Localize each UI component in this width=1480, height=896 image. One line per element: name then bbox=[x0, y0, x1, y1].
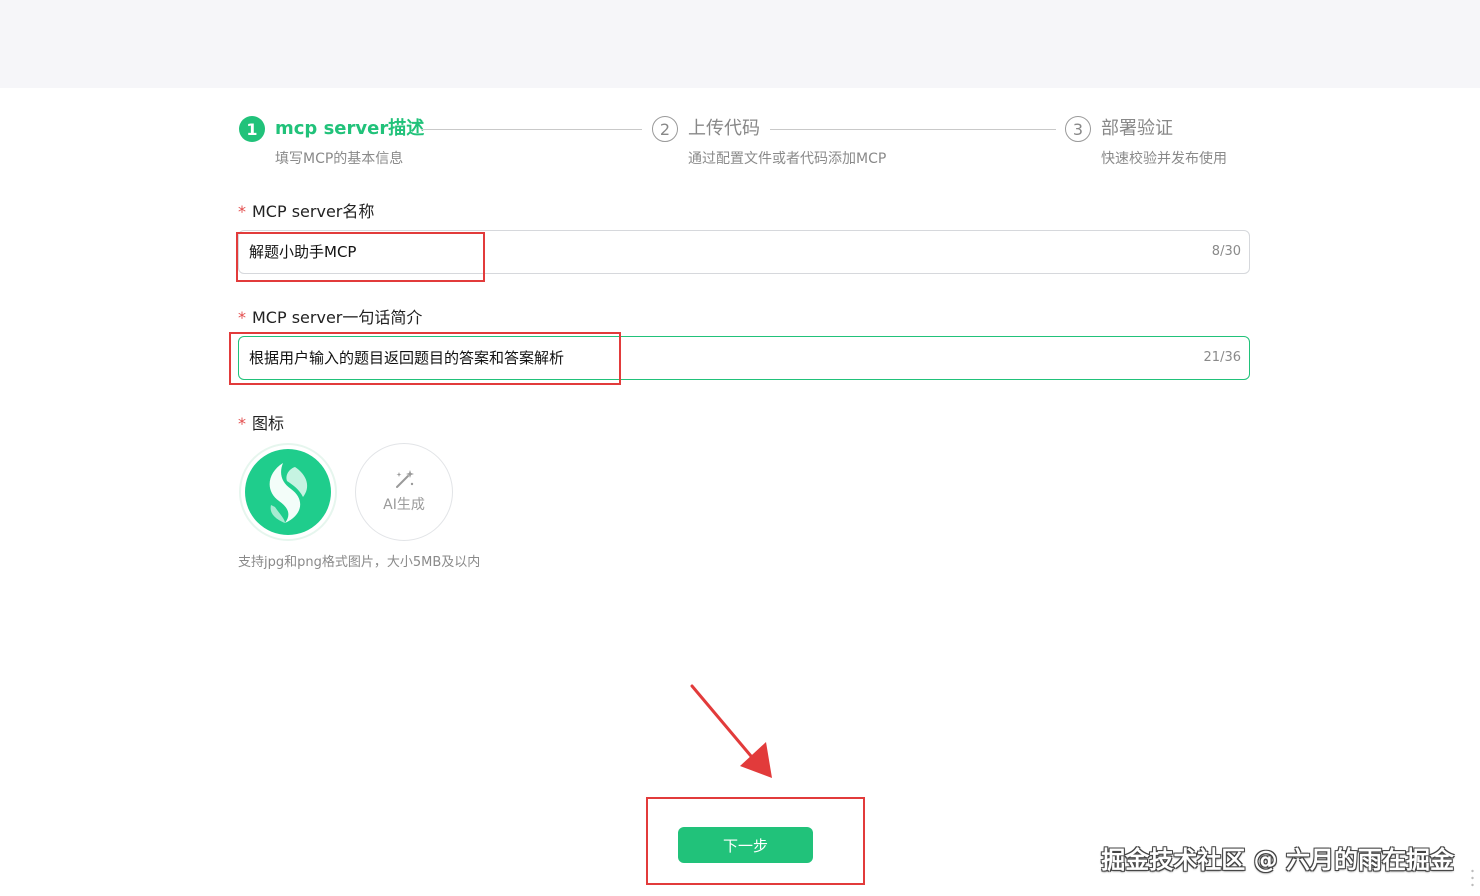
step-3-description: 快速校验并发布使用 bbox=[1101, 151, 1227, 167]
step-2-description: 通过配置文件或者代码添加MCP bbox=[688, 151, 887, 167]
step-3-title: 部署验证 bbox=[1101, 118, 1173, 139]
annotation-box-name bbox=[236, 232, 485, 282]
server-name-label: * MCP server名称 bbox=[238, 201, 374, 223]
server-name-char-count: 8/30 bbox=[1211, 244, 1241, 259]
step-connector-2 bbox=[770, 129, 1056, 130]
required-mark: * bbox=[238, 202, 246, 221]
magic-wand-icon bbox=[396, 470, 414, 488]
step-3-icon: 3 bbox=[1065, 116, 1091, 142]
icon-label-text: 图标 bbox=[252, 414, 285, 433]
icon-label: * 图标 bbox=[238, 413, 284, 435]
ai-generate-label: AI生成 bbox=[383, 497, 425, 513]
icon-upload-hint: 支持jpg和png格式图片，大小5MB及以内 bbox=[238, 555, 481, 570]
selected-icon-option[interactable] bbox=[239, 443, 337, 541]
more-dots-icon bbox=[1471, 869, 1474, 887]
step-1-icon: 1 bbox=[239, 116, 265, 142]
required-mark: * bbox=[238, 308, 246, 327]
server-name-label-text: MCP server名称 bbox=[252, 202, 375, 221]
step-connector-1 bbox=[421, 129, 642, 130]
step-2-icon: 2 bbox=[652, 116, 678, 142]
step-1-description: 填写MCP的基本信息 bbox=[275, 151, 404, 167]
annotation-box-intro bbox=[229, 332, 621, 385]
step-1-title: mcp server描述 bbox=[275, 118, 425, 139]
top-header-bar bbox=[0, 0, 1480, 88]
annotation-box-next bbox=[646, 797, 865, 885]
required-mark: * bbox=[238, 414, 246, 433]
watermark-text: 掘金技术社区 @ 六月的雨在掘金 bbox=[1101, 846, 1454, 874]
ai-generate-button[interactable]: AI生成 bbox=[355, 443, 453, 541]
leaf-logo-icon bbox=[245, 449, 331, 535]
server-intro-char-count: 21/36 bbox=[1203, 350, 1241, 365]
server-intro-label-text: MCP server一句话简介 bbox=[252, 308, 423, 327]
step-2-title: 上传代码 bbox=[688, 118, 760, 139]
annotation-arrow-icon bbox=[690, 684, 772, 778]
server-intro-label: * MCP server一句话简介 bbox=[238, 307, 422, 329]
